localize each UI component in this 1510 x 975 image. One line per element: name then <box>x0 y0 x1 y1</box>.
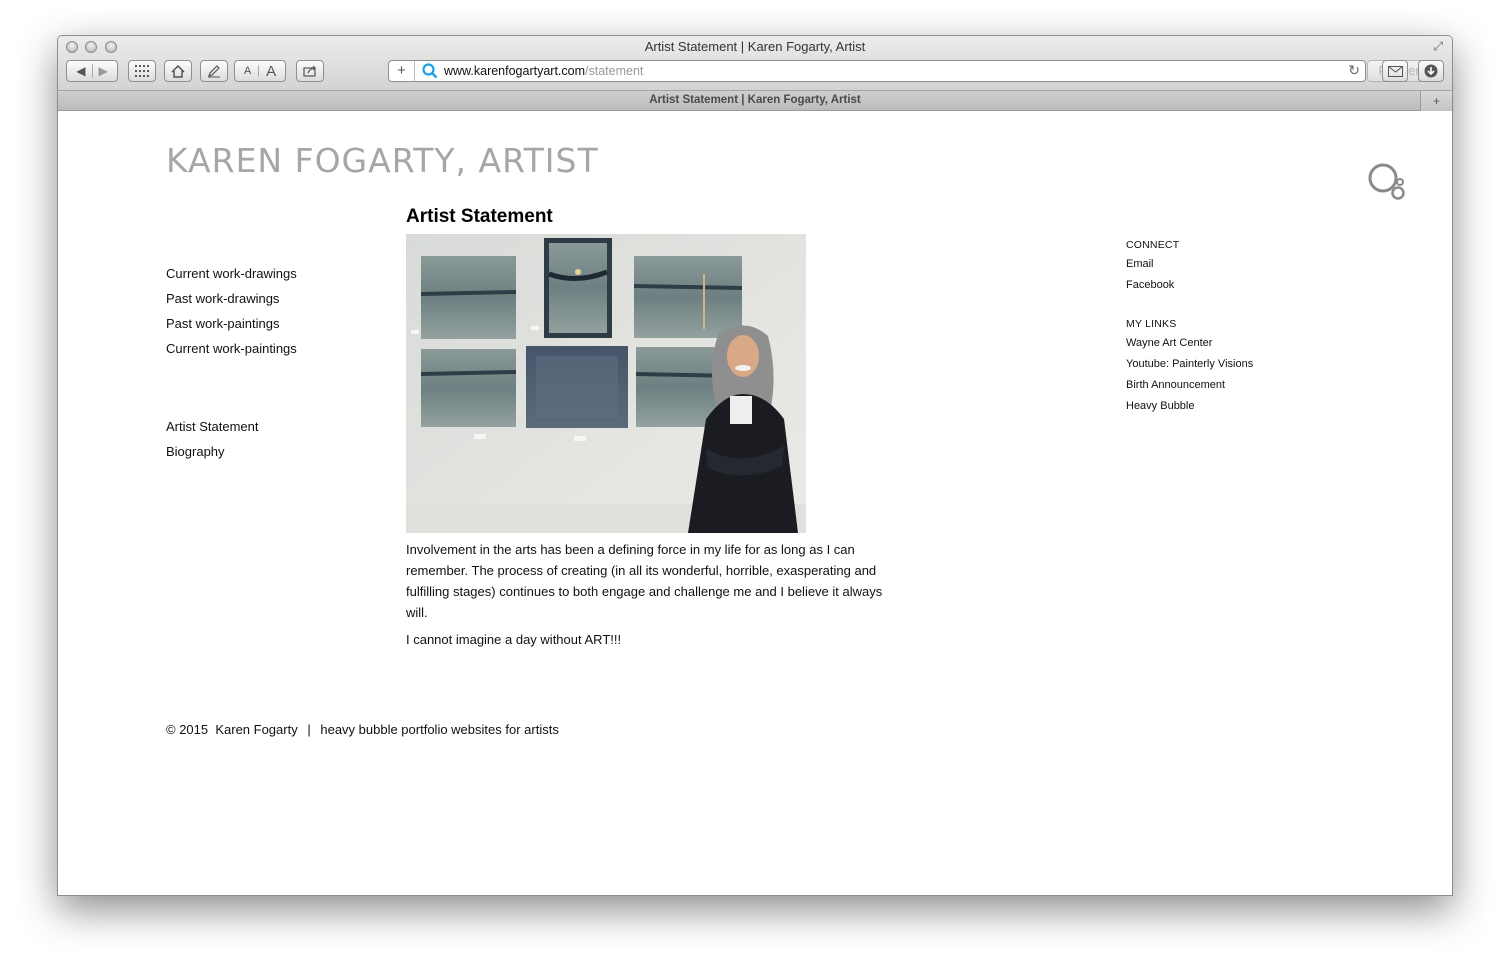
tab-active[interactable]: Artist Statement | Karen Fogarty, Artist <box>58 94 1452 106</box>
right-sidebar: CONNECT Email Facebook MY LINKS Wayne Ar… <box>1126 239 1253 420</box>
grid-icon <box>135 65 149 77</box>
nav-past-work-paintings[interactable]: Past work-paintings <box>166 314 297 339</box>
connect-heading: CONNECT <box>1126 239 1180 251</box>
url-text: www.karenfogartyart.com/statement <box>444 64 643 78</box>
link-youtube-painterly-visions[interactable]: Youtube: Painterly Visions <box>1126 357 1253 378</box>
page-heading: Artist Statement <box>406 206 553 227</box>
nav-biography[interactable]: Biography <box>166 442 258 467</box>
add-bookmark-icon[interactable]: + <box>389 61 415 81</box>
info-nav: Artist Statement Biography <box>166 417 258 467</box>
link-birth-announcement[interactable]: Birth Announcement <box>1126 378 1253 399</box>
download-icon <box>1424 64 1438 78</box>
mail-button[interactable] <box>1382 60 1408 82</box>
main-content: Artist Statement Involvement in the arts… <box>406 206 886 650</box>
nav-artist-statement[interactable]: Artist Statement <box>166 417 258 442</box>
link-email[interactable]: Email <box>1126 257 1253 278</box>
work-nav: Current work-drawings Past work-drawings… <box>166 264 297 364</box>
reload-icon[interactable]: ↻ <box>1348 62 1360 79</box>
nav-current-work-paintings[interactable]: Current work-paintings <box>166 339 297 364</box>
top-sites-button[interactable] <box>128 60 156 82</box>
link-wayne-art-center[interactable]: Wayne Art Center <box>1126 336 1253 357</box>
edit-button[interactable] <box>200 60 228 82</box>
url-path: /statement <box>585 64 644 78</box>
home-button[interactable] <box>164 60 192 82</box>
share-icon <box>303 65 316 77</box>
nav-current-work-drawings[interactable]: Current work-drawings <box>166 264 297 289</box>
footer-credit-link[interactable]: heavy bubble portfolio websites for arti… <box>320 722 558 737</box>
tab-bar: Artist Statement | Karen Fogarty, Artist… <box>58 91 1452 111</box>
new-tab-button[interactable]: + <box>1420 91 1452 111</box>
text-size-group: A A <box>234 60 286 82</box>
statement-paragraph-2: I cannot imagine a day without ART!!! <box>406 632 622 647</box>
title-bar: Artist Statement | Karen Fogarty, Artist… <box>58 36 1452 91</box>
pencil-icon <box>208 64 220 77</box>
fullscreen-icon[interactable]: ⤢ <box>1433 39 1443 54</box>
downloads-button[interactable] <box>1418 60 1444 82</box>
statement-paragraph-1: Involvement in the arts has been a defin… <box>406 542 883 620</box>
footer-separator: | <box>307 722 311 737</box>
footer-copyright: © 2015 Karen Fogarty <box>166 722 298 737</box>
forward-icon[interactable]: ▶ <box>93 64 114 78</box>
home-icon <box>171 64 185 78</box>
window-title: Artist Statement | Karen Fogarty, Artist <box>644 39 866 54</box>
address-bar[interactable]: + www.karenfogartyart.com/statement ↻ <box>388 60 1366 82</box>
text-bigger-button[interactable]: A <box>259 63 283 80</box>
web-page: KAREN FOGARTY, ARTIST Current work-drawi… <box>58 111 1452 895</box>
share-button[interactable] <box>296 60 324 82</box>
search-icon <box>422 63 438 79</box>
browser-window: Artist Statement | Karen Fogarty, Artist… <box>57 35 1453 896</box>
link-heavy-bubble[interactable]: Heavy Bubble <box>1126 399 1253 420</box>
text-smaller-button[interactable]: A <box>237 65 260 77</box>
link-facebook[interactable]: Facebook <box>1126 278 1253 299</box>
back-icon[interactable]: ◀ <box>70 64 93 78</box>
mail-icon <box>1387 65 1403 77</box>
footer: © 2015 Karen Fogarty | heavy bubble port… <box>166 722 559 737</box>
heavy-bubble-logo-icon[interactable] <box>1368 161 1408 201</box>
nav-past-work-drawings[interactable]: Past work-drawings <box>166 289 297 314</box>
site-title[interactable]: KAREN FOGARTY, ARTIST <box>166 141 599 180</box>
artist-photo <box>406 234 806 533</box>
back-forward-group: ◀ ▶ <box>66 60 118 82</box>
my-links-heading: MY LINKS <box>1126 318 1177 330</box>
url-host: www.karenfogartyart.com <box>444 64 586 78</box>
